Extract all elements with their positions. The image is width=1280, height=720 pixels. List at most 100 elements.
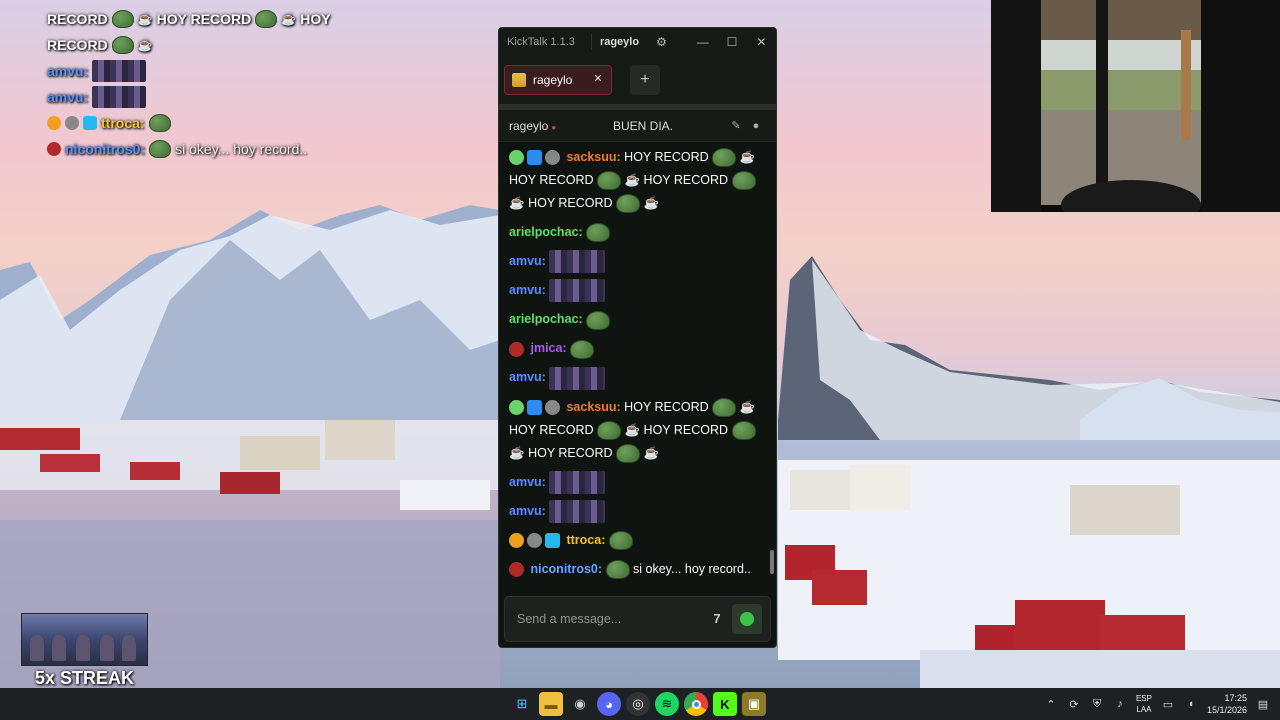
pepe-emote-icon — [731, 171, 756, 191]
badge-icon — [509, 341, 524, 357]
overlay-line: niconitros0: si okey... hoy record.. — [47, 136, 367, 162]
pepe-emote-icon — [712, 397, 737, 417]
popcorn-emote-icon: ☕ — [509, 196, 525, 210]
crowd-emote-icon — [549, 500, 606, 524]
chat-scrollbar[interactable] — [770, 550, 774, 574]
streak-label: 5x STREAK — [34, 668, 135, 688]
chevron-up-icon[interactable]: ⌃ — [1044, 698, 1058, 711]
obs-icon[interactable]: ◎ — [626, 692, 650, 716]
tab-label: rageylo — [533, 73, 573, 87]
chat-username[interactable]: arielpochac: — [509, 312, 583, 326]
badge-icon — [83, 116, 97, 130]
shield-icon[interactable]: ⛨ — [1090, 698, 1104, 711]
popcorn-emote-icon: ☕ — [643, 196, 660, 210]
chat-username[interactable]: amvu: — [509, 504, 546, 518]
clock-date: 15/1/2026 — [1206, 705, 1247, 715]
steam-icon[interactable]: ◉ — [568, 692, 592, 716]
chat-username[interactable]: amvu: — [509, 475, 546, 489]
chat-text: HOY RECORD — [528, 196, 613, 210]
chat-username[interactable]: amvu: — [509, 370, 546, 384]
channel-tabs: rageylo ✕ + — [499, 56, 776, 110]
notification-icon[interactable]: ▤ — [1256, 698, 1270, 711]
chat-text: HOY RECORD — [509, 422, 594, 437]
crowd-emote-icon — [92, 60, 147, 82]
chat-username[interactable]: ttroca: — [566, 533, 605, 547]
chat-message: sacksuu: HOY RECORD ☕ HOY RECORD ☕ HOY R… — [509, 396, 770, 465]
overlay-text: RECORD — [47, 11, 108, 27]
pepe-emote-icon — [712, 148, 737, 168]
tab-close-icon[interactable]: ✕ — [591, 73, 605, 87]
spotify-icon[interactable]: ≋ — [655, 692, 679, 716]
current-user[interactable]: rageylo — [600, 36, 647, 48]
message-input[interactable] — [517, 612, 702, 626]
popcorn-emote-icon: ☕ — [624, 422, 641, 437]
kicktalk-icon[interactable]: ▣ — [742, 692, 766, 716]
pepe-emote-icon — [149, 140, 172, 158]
kick-icon[interactable]: K — [713, 692, 737, 716]
add-tab-button[interactable]: + — [630, 65, 660, 95]
chat-username[interactable]: niconitros0: — [530, 562, 602, 576]
stream-chat-overlay: RECORD ☕ HOY RECORD ☕ HOY RECORD ☕ amvu:… — [47, 6, 367, 162]
chat-message: ttroca: — [509, 529, 770, 552]
language-indicator[interactable]: ESP LAA — [1136, 693, 1152, 715]
system-tray: ⌃ ⟳ ⛨ ♪ ESP LAA ▭ ◖ 17:25 15/1/2026 ▤ — [1044, 688, 1270, 720]
badge-icon — [545, 399, 560, 415]
chat-messages[interactable]: sacksuu: HOY RECORD ☕ HOY RECORD ☕ HOY R… — [499, 142, 776, 582]
tab-rageylo[interactable]: rageylo ✕ — [504, 65, 612, 95]
chat-message: amvu: — [509, 250, 770, 274]
overlay-username: amvu: — [47, 63, 89, 79]
pepe-emote-icon — [586, 310, 611, 330]
crowd-emote-icon — [92, 86, 147, 108]
network-icon[interactable]: ▭ — [1161, 698, 1175, 711]
lang-top: ESP — [1135, 694, 1152, 703]
pin-icon[interactable]: ✎ — [726, 119, 746, 132]
chat-username[interactable]: amvu: — [509, 254, 546, 268]
gear-icon[interactable]: ⚙ — [647, 35, 676, 49]
clock-time: 17:25 — [1224, 693, 1247, 703]
pepe-emote-icon — [111, 10, 134, 28]
7tv-emote-button[interactable]: 7 — [702, 604, 732, 634]
chat-username[interactable]: sacksuu: — [566, 400, 620, 414]
microphone-icon[interactable]: ♪ — [1113, 698, 1127, 710]
overlay-text: HOY — [300, 11, 331, 27]
discord-icon[interactable]: ◕ — [597, 692, 621, 716]
chrome-icon[interactable] — [684, 692, 708, 716]
title-bar[interactable]: KickTalk 1.1.3 rageylo ⚙ — ☐ ✕ — [499, 28, 776, 56]
chat-message: amvu: — [509, 470, 770, 494]
overlay-text: RECORD — [47, 37, 108, 53]
chat-text: HOY RECORD — [624, 399, 709, 414]
app-title: KickTalk 1.1.3 — [507, 36, 575, 48]
crowd-emote-icon — [549, 470, 606, 494]
badge-icon — [509, 562, 524, 578]
windows-start-icon[interactable]: ⊞ — [510, 692, 534, 716]
kick-emote-button[interactable] — [732, 604, 762, 634]
crowd-emote-icon — [549, 250, 606, 274]
minimize-button[interactable]: — — [688, 35, 717, 49]
user-icon[interactable]: ● — [746, 120, 766, 132]
badge-icon — [509, 533, 524, 549]
streak-emote-image — [21, 613, 148, 666]
sync-icon[interactable]: ⟳ — [1067, 698, 1081, 711]
chat-username[interactable]: jmica: — [530, 341, 566, 355]
webcam-feed — [991, 0, 1280, 212]
chat-username[interactable]: sacksuu: — [566, 150, 620, 164]
pepe-emote-icon — [570, 339, 595, 359]
chat-username[interactable]: amvu: — [509, 283, 546, 297]
overlay-text: HOY RECORD — [156, 11, 252, 27]
crowd-emote-icon — [549, 366, 606, 390]
popcorn-emote-icon: ☕ — [643, 445, 660, 460]
windows-taskbar: ⊞ ▬ ◉ ◕ ◎ ≋ K ▣ ⌃ ⟳ ⛨ ♪ ESP LAA ▭ ◖ 17:2… — [0, 688, 1280, 720]
chat-username[interactable]: arielpochac: — [509, 225, 583, 239]
badge-icon — [509, 150, 524, 166]
popcorn-emote-icon: ☕ — [137, 38, 153, 52]
volume-icon[interactable]: ◖ — [1184, 698, 1198, 710]
badge-icon — [509, 399, 524, 415]
popcorn-emote-icon: ☕ — [509, 445, 525, 460]
maximize-button[interactable]: ☐ — [717, 35, 746, 49]
clock[interactable]: 17:25 15/1/2026 — [1207, 692, 1247, 716]
pepe-emote-icon — [111, 36, 134, 54]
overlay-line: ttroca: — [47, 110, 367, 136]
close-button[interactable]: ✕ — [747, 35, 776, 49]
file-explorer-icon[interactable]: ▬ — [539, 692, 563, 716]
streak-widget: 5x STREAK — [21, 613, 148, 689]
